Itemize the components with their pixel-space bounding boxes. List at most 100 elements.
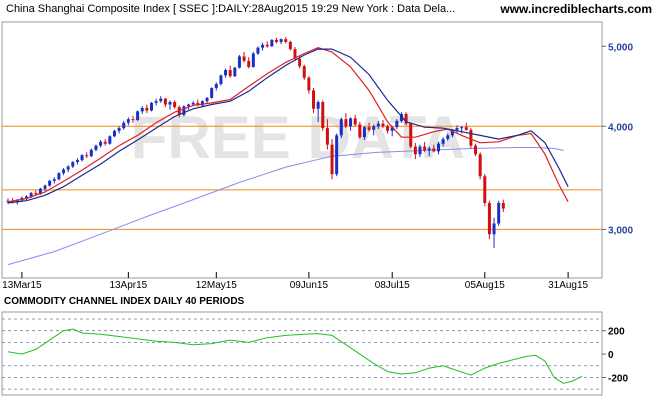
candle-body (62, 169, 66, 174)
candle-body (210, 88, 214, 98)
cci-panel: 200 0 -200 (1, 311, 628, 396)
candle-body (288, 41, 292, 50)
candle-body (228, 69, 232, 77)
cci-y-axis: 200 0 -200 (602, 327, 628, 384)
candle-body (85, 155, 89, 157)
price-y-axis: 3,000 4,000 5,000 (602, 42, 633, 236)
candle-body (154, 101, 158, 103)
candle-body (441, 139, 445, 144)
candle-body (460, 127, 464, 129)
candle-body (367, 127, 371, 130)
candle-body (270, 39, 274, 47)
candle-body (423, 146, 427, 151)
candle-body (381, 123, 385, 127)
candle-body (330, 144, 334, 175)
candle-body (298, 58, 302, 67)
candle-body (187, 104, 191, 107)
candle-body (237, 56, 241, 68)
candle-body (131, 119, 135, 121)
price-panel: FREE DATA 3,0004,0005,000 13Mar15 13Apr15… (1, 21, 633, 291)
candle-body (325, 128, 329, 145)
site-name[interactable]: www.incrediblecharts.com (500, 2, 652, 16)
candle-body (455, 128, 459, 130)
x-tick-label: 08Jul15 (375, 280, 410, 291)
x-tick-label: 13Apr15 (109, 280, 147, 291)
chart-header: China Shanghai Composite Index [ SSEC ]:… (0, 0, 660, 22)
candle-body (349, 118, 353, 127)
x-tick-label: 31Aug15 (548, 280, 588, 291)
cci-y-tick-label: 0 (608, 350, 614, 361)
y-tick-label: 3,000 (608, 225, 633, 236)
candle-body (353, 118, 357, 125)
candle-body (395, 120, 399, 128)
cci-panel-frame (1, 311, 603, 396)
x-tick-label: 05Aug15 (465, 280, 505, 291)
candle-body (362, 127, 366, 138)
x-tick-label: 09Jun15 (290, 280, 329, 291)
candle-body (339, 119, 343, 136)
candle-body (344, 119, 348, 127)
cci-y-tick-label: -200 (608, 373, 628, 384)
x-tick-label: 13Mar15 (2, 280, 42, 291)
candle-body (256, 47, 260, 54)
candle-body (302, 66, 306, 78)
candle-body (126, 119, 130, 123)
candle-body (418, 146, 422, 155)
candle-body (358, 124, 362, 138)
cci-title: COMMODITY CHANNEL INDEX DAILY 40 PERIODS (4, 296, 245, 307)
candle-body (48, 180, 52, 186)
candle-body (99, 141, 103, 146)
candle-body (279, 39, 283, 42)
candle-body (386, 126, 390, 131)
candle-body (469, 129, 473, 146)
candle-body (57, 173, 61, 180)
candle-body (376, 123, 380, 127)
candle-body (312, 90, 316, 109)
candle-body (71, 162, 75, 167)
candle-body (409, 123, 413, 147)
candle-body (66, 166, 70, 170)
candle-body (265, 44, 269, 47)
candle-body (432, 148, 436, 152)
candle-body (274, 39, 278, 42)
candle-body (497, 202, 501, 224)
candle-body (75, 160, 79, 163)
candle-body (427, 148, 431, 151)
candle-body (261, 44, 265, 48)
candle-body (413, 146, 417, 155)
candle-body (173, 102, 177, 108)
candle-body (372, 126, 376, 130)
candle-body (437, 143, 440, 152)
candle-body (247, 60, 251, 67)
candle-body (224, 69, 228, 76)
candle-body (464, 127, 468, 130)
candle-body (478, 154, 482, 177)
candle-body (446, 135, 450, 140)
candle-body (219, 75, 223, 85)
chart-root: FREE DATA 3,000 4,000 5,000 13Mar15 13Apr15… (0, 0, 660, 400)
y-tick-label: 4,000 (608, 122, 633, 133)
cci-y-tick-label: 200 (608, 327, 625, 338)
y-tick-label: 5,000 (608, 42, 633, 53)
candle-body (150, 102, 153, 111)
candle-body (117, 128, 121, 131)
chart-title: China Shanghai Composite Index [ SSEC ]:… (6, 3, 456, 15)
candle-body (108, 136, 112, 144)
candle-body (103, 141, 107, 144)
candle-body (501, 202, 505, 209)
x-tick-label: 12May15 (196, 280, 238, 291)
candle-body (251, 53, 255, 67)
candle-body (483, 176, 487, 203)
candle-body (316, 102, 320, 109)
candle-body (52, 179, 56, 181)
candle-body (29, 193, 33, 197)
candle-body (474, 145, 478, 155)
candle-body (112, 130, 116, 137)
candle-body (34, 193, 38, 195)
candle-body (89, 149, 93, 157)
candle-body (214, 84, 218, 89)
candle-body (122, 122, 126, 129)
candle-body (191, 102, 195, 105)
candle-body (242, 56, 246, 61)
candle-body (145, 107, 149, 111)
